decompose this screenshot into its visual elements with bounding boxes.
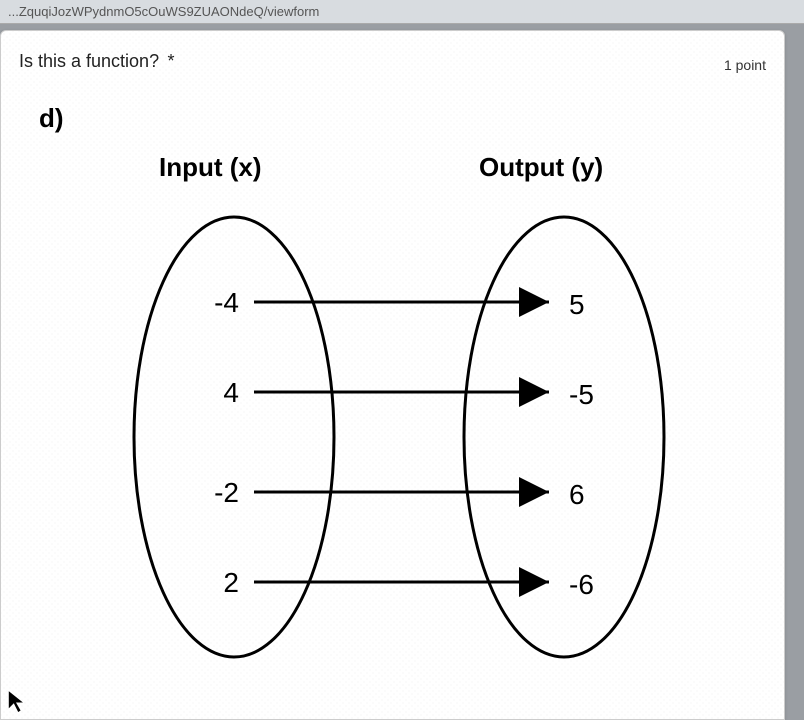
output-value-2: 6 (569, 479, 585, 510)
question-header-row: Is this a function? * 1 point (19, 51, 766, 73)
option-label: d) (39, 103, 766, 134)
output-value-1: -5 (569, 379, 594, 410)
input-value-2: -2 (214, 477, 239, 508)
output-header: Output (y) (479, 152, 603, 183)
cursor-icon (7, 689, 29, 715)
output-value-3: -6 (569, 569, 594, 600)
question-card: Is this a function? * 1 point d) Input (… (0, 30, 785, 720)
input-value-3: 2 (223, 567, 239, 598)
input-value-0: -4 (214, 287, 239, 318)
question-text: Is this a function? (19, 51, 159, 71)
points-label: 1 point (724, 57, 766, 73)
required-marker: * (168, 51, 175, 71)
diagram-svg: -4 5 4 -5 -2 6 2 -6 (119, 202, 699, 672)
url-fragment: ...ZquqiJozWPydnmO5cOuWS9ZUAONdeQ/viewfo… (0, 0, 804, 24)
output-ellipse (464, 217, 664, 657)
mapping-diagram: Input (x) Output (y) -4 5 4 -5 -2 (59, 152, 759, 692)
question-text-wrap: Is this a function? * (19, 51, 175, 72)
output-value-0: 5 (569, 289, 585, 320)
input-header: Input (x) (159, 152, 262, 183)
input-value-1: 4 (223, 377, 239, 408)
